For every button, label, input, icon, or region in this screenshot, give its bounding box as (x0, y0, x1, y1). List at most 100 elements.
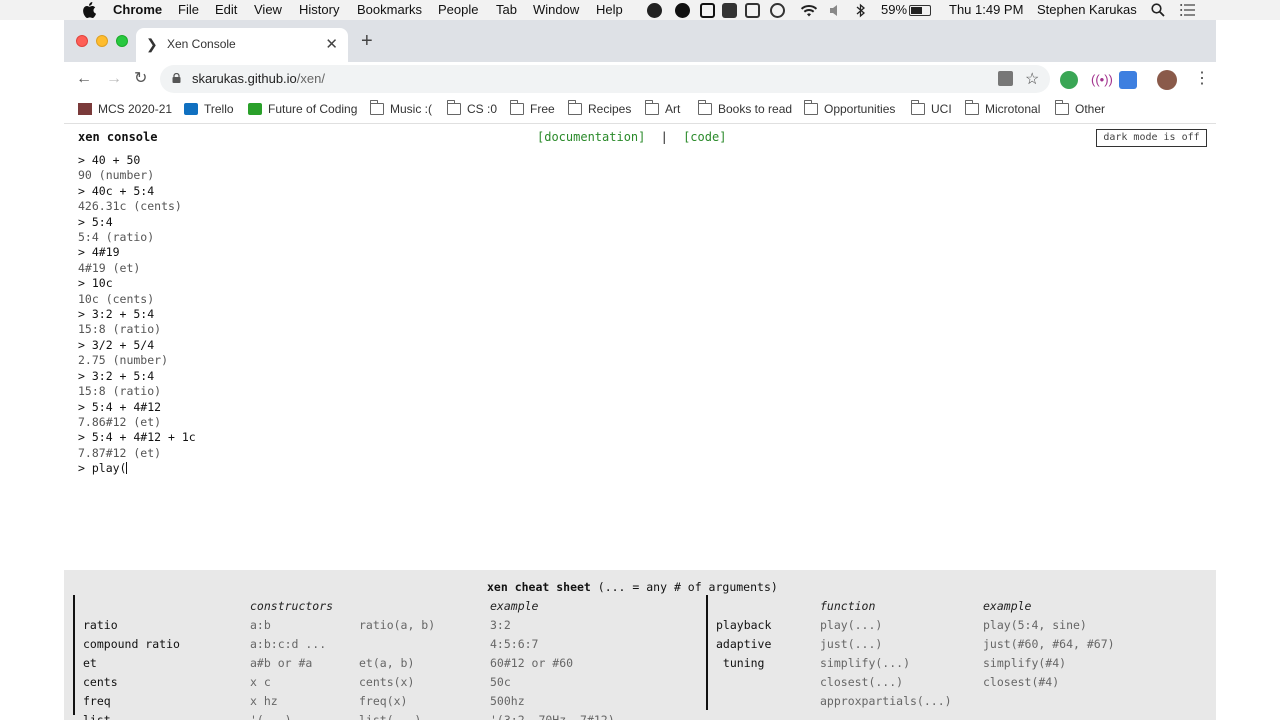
volume-icon[interactable] (829, 3, 841, 18)
cheat-syntax: x hz (250, 694, 278, 708)
bookmark-trello[interactable]: Trello (184, 102, 234, 116)
grammarly-icon[interactable] (675, 3, 690, 18)
bookmark-folder-music[interactable]: Music :( (370, 100, 432, 116)
cheat-type-name: ratio (83, 618, 118, 632)
bookmark-folder-microtonal[interactable]: Microtonal (965, 100, 1040, 116)
menu-user[interactable]: Stephen Karukas (1037, 2, 1137, 17)
extension-green-icon[interactable] (1060, 71, 1078, 89)
cheat-example: 3:2 (490, 618, 511, 632)
console-output-line: 7.87#12 (et) (78, 445, 162, 460)
menu-history[interactable]: History (299, 2, 339, 17)
battery-icon[interactable] (909, 5, 931, 16)
window-zoom-button[interactable] (116, 35, 128, 47)
more-menu-icon[interactable]: ⋮ (1194, 70, 1210, 88)
console-output-line: 5:4 (ratio) (78, 230, 155, 245)
address-bar[interactable]: skarukas.github.io/xen/ ☆ (160, 65, 1050, 93)
b-app-icon[interactable] (700, 3, 715, 18)
menu-file[interactable]: File (178, 2, 199, 17)
translate-icon[interactable] (998, 71, 1013, 86)
browser-window: ❯ Xen Console ✕ + ← → ↻ skarukas.github.… (64, 20, 1216, 720)
window-close-button[interactable] (76, 35, 88, 47)
close-tab-icon[interactable]: ✕ (325, 35, 338, 53)
bookmark-folder-books[interactable]: Books to read (698, 100, 792, 116)
bookmarks-bar: MCS 2020-21 Trello Future of Coding Musi… (64, 98, 1216, 124)
header-example-right: example (983, 599, 1032, 613)
bookmark-folder-uci[interactable]: UCI (911, 100, 952, 116)
notification-center-icon[interactable] (1180, 4, 1196, 16)
menu-help[interactable]: Help (596, 2, 623, 17)
console-output-line: 90 (number) (78, 168, 155, 183)
console-input-line: > 3:2 + 5:4 (78, 368, 155, 383)
cheat-constructor-fn: list(...) (359, 713, 422, 720)
menu-people[interactable]: People (438, 2, 478, 17)
chevron-right-icon: ❯ (146, 36, 158, 52)
url-path: /xen/ (296, 71, 325, 86)
apple-icon[interactable] (82, 2, 96, 18)
bookmark-folder-cs[interactable]: CS :0 (447, 100, 497, 116)
tab-xen-console[interactable]: ❯ Xen Console ✕ (136, 28, 348, 62)
code-link[interactable]: [code] (683, 130, 726, 144)
bookmark-folder-art[interactable]: Art (645, 100, 680, 116)
cheat-sheet-title: xen cheat sheet (... = any # of argument… (487, 580, 778, 594)
bookmark-folder-opportunities[interactable]: Opportunities (804, 100, 895, 116)
extension-broadcast-icon[interactable]: ((•)) (1091, 71, 1113, 89)
menu-tab[interactable]: Tab (496, 2, 517, 17)
star-bookmark-icon[interactable]: ☆ (1025, 69, 1039, 89)
extension-translate-icon[interactable] (1119, 71, 1137, 89)
bookmark-future-of-coding[interactable]: Future of Coding (248, 102, 357, 116)
cheat-example: 4:5:6:7 (490, 637, 539, 651)
cheat-type-name: list (83, 713, 111, 720)
lock-icon[interactable] (172, 73, 181, 83)
cheat-middle-divider (706, 595, 708, 710)
cheat-function: approxpartials(...) (820, 694, 952, 708)
console-output-line: 10c (cents) (78, 291, 155, 306)
time-machine-icon[interactable] (770, 3, 785, 18)
cheat-syntax: a:b (250, 618, 271, 632)
cheat-category-label: adaptive (716, 637, 772, 651)
bookmark-folder-other[interactable]: Other (1055, 100, 1105, 116)
cheat-example: 60#12 or #60 (490, 656, 574, 670)
cheat-example: 50c (490, 675, 511, 689)
profile-avatar[interactable] (1157, 70, 1177, 90)
console-input-line: > 5:4 + 4#12 + 1c (78, 430, 196, 445)
cheat-example: 500hz (490, 694, 525, 708)
menu-view[interactable]: View (254, 2, 282, 17)
cheat-function-example: simplify(#4) (983, 656, 1067, 670)
window-minimize-button[interactable] (96, 35, 108, 47)
menu-app-name[interactable]: Chrome (113, 2, 162, 17)
cheat-type-name: et (83, 656, 97, 670)
forward-arrow-icon[interactable]: → (106, 70, 122, 88)
url-text[interactable]: skarukas.github.io/xen/ (192, 71, 325, 86)
wifi-icon[interactable] (800, 4, 818, 17)
console-prompt[interactable]: > play( (78, 461, 196, 476)
reload-icon[interactable]: ↻ (134, 70, 147, 88)
creative-cloud-icon[interactable] (647, 3, 662, 18)
menu-clock[interactable]: Thu 1:49 PM (949, 2, 1023, 17)
bluetooth-icon[interactable] (856, 3, 866, 18)
menu-window[interactable]: Window (533, 2, 579, 17)
console-output: > 40 + 50 90 (number) > 40c + 5:4 426.31c (… (78, 153, 196, 477)
console-output-line: 7.86#12 (et) (78, 414, 162, 429)
new-tab-button[interactable]: + (361, 31, 373, 51)
cheat-example: '(3:2, 70Hz, 7#12) (490, 713, 615, 720)
cheat-type-name: cents (83, 675, 118, 689)
bookmark-folder-recipes[interactable]: Recipes (568, 100, 631, 116)
dropbox-icon[interactable] (745, 3, 760, 18)
cheat-constructor-fn: et(a, b) (359, 656, 415, 670)
dark-mode-toggle[interactable]: dark mode is off (1096, 129, 1207, 147)
cheat-left-divider (73, 595, 75, 715)
console-input-line: > 10c (78, 276, 113, 291)
documentation-link[interactable]: [documentation] (537, 130, 645, 144)
menu-bookmarks[interactable]: Bookmarks (357, 2, 422, 17)
header-constructors: constructors (250, 599, 334, 613)
cheat-function: just(...) (820, 637, 883, 651)
back-arrow-icon[interactable]: ← (76, 70, 92, 88)
spotlight-search-icon[interactable] (1151, 3, 1165, 17)
menu-edit[interactable]: Edit (215, 2, 237, 17)
bookmark-folder-free[interactable]: Free (510, 100, 555, 116)
browser-toolbar: ← → ↻ skarukas.github.io/xen/ ☆ ((•)) ⋮ (64, 62, 1216, 98)
evernote-icon[interactable] (722, 3, 737, 18)
cheat-category-label: playback (716, 618, 772, 632)
bookmark-mcs[interactable]: MCS 2020-21 (78, 102, 172, 116)
cheat-type-name: compound ratio (83, 637, 180, 651)
